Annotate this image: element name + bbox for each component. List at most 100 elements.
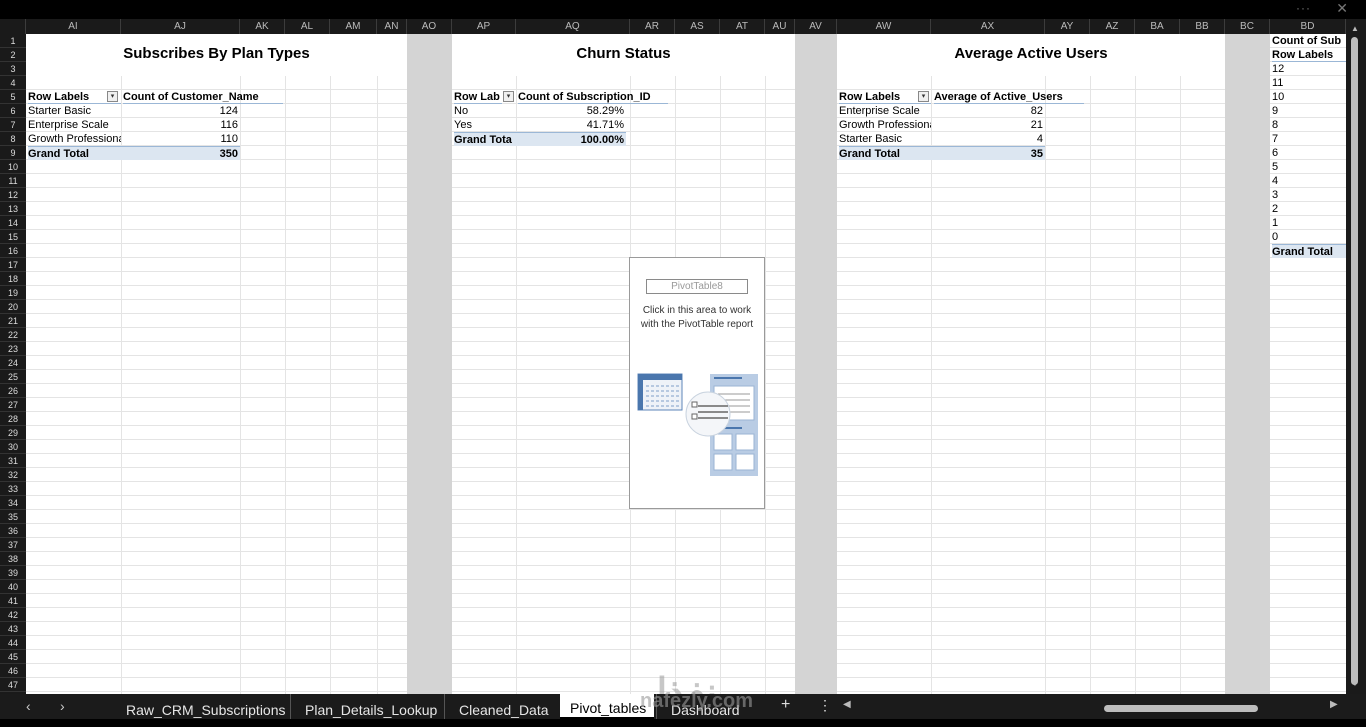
row-header[interactable]: 1 — [0, 34, 26, 48]
pivot-partial-row-label[interactable]: 7 — [1272, 132, 1346, 146]
row-header[interactable]: 4 — [0, 76, 26, 90]
pivot-active-row-value[interactable]: 4 — [931, 132, 1045, 146]
scroll-arrow-icon[interactable]: ▼ — [1351, 679, 1359, 688]
pivot-plan-row-value[interactable]: 110 — [121, 132, 240, 146]
pivot-plan-row-value[interactable]: 124 — [121, 104, 240, 118]
pivot-plan-row-label[interactable]: Starter Basic — [28, 104, 121, 118]
row-header[interactable]: 9 — [0, 146, 26, 160]
pivot-churn-row-value[interactable]: 58.29% — [516, 104, 626, 118]
pivot-churn-row-labels-header[interactable]: Row Lab — [454, 90, 502, 104]
prev-sheet-button[interactable]: ‹ — [26, 698, 31, 714]
pivot-partial-row-label[interactable]: 4 — [1272, 174, 1346, 188]
pivot-churn-row-value[interactable]: 41.71% — [516, 118, 626, 132]
more-icon[interactable]: ··· — [1296, 1, 1311, 15]
pivot-active-row-value[interactable]: 82 — [931, 104, 1045, 118]
column-header[interactable]: BD — [1270, 19, 1346, 34]
pivot-partial-row-label[interactable]: 12 — [1272, 62, 1346, 76]
pivot-plan-row-value[interactable]: 116 — [121, 118, 240, 132]
pivot-plan-total-label[interactable]: Grand Total — [28, 146, 121, 160]
pivot-partial-row-label[interactable]: 0 — [1272, 230, 1346, 244]
row-header[interactable]: 39 — [0, 566, 26, 580]
horizontal-scrollbar[interactable]: ◀ ▶ — [840, 696, 1346, 717]
row-header[interactable]: 16 — [0, 244, 26, 258]
row-header[interactable]: 38 — [0, 552, 26, 566]
pivot-partial-row-labels-header[interactable]: Row Labels — [1272, 48, 1346, 62]
pivot-partial-row-label[interactable]: 3 — [1272, 188, 1346, 202]
pivot-partial-total-label[interactable]: Grand Total — [1272, 244, 1346, 258]
row-header[interactable]: 3 — [0, 62, 26, 76]
row-header[interactable]: 8 — [0, 132, 26, 146]
column-header[interactable]: AR — [630, 19, 675, 34]
vertical-scroll-thumb[interactable] — [1351, 37, 1358, 685]
filter-dropdown-icon[interactable]: ▾ — [918, 91, 929, 102]
pivot-active-row-label[interactable]: Enterprise Scale — [839, 104, 931, 118]
row-header[interactable]: 47 — [0, 678, 26, 692]
column-header[interactable]: AX — [931, 19, 1045, 34]
row-header[interactable]: 10 — [0, 160, 26, 174]
pivot-partial-row-label[interactable]: 8 — [1272, 118, 1346, 132]
row-header[interactable]: 41 — [0, 594, 26, 608]
column-header[interactable]: AV — [795, 19, 837, 34]
row-header[interactable]: 44 — [0, 636, 26, 650]
close-icon[interactable]: ✕ — [1336, 0, 1348, 17]
row-header[interactable]: 35 — [0, 510, 26, 524]
pivot-partial-row-label[interactable]: 1 — [1272, 216, 1346, 230]
row-header[interactable]: 5 — [0, 90, 26, 104]
row-header[interactable]: 23 — [0, 342, 26, 356]
column-header[interactable]: AW — [837, 19, 931, 34]
row-header[interactable]: 18 — [0, 272, 26, 286]
pivot-churn-total-label[interactable]: Grand Tota — [454, 132, 516, 146]
column-header[interactable]: AY — [1045, 19, 1090, 34]
row-header[interactable]: 34 — [0, 496, 26, 510]
pivot-churn-row-label[interactable]: Yes — [454, 118, 516, 132]
column-header[interactable]: BB — [1180, 19, 1225, 34]
filter-dropdown-icon[interactable]: ▾ — [503, 91, 514, 102]
row-header[interactable]: 26 — [0, 384, 26, 398]
column-header[interactable]: BC — [1225, 19, 1270, 34]
column-header[interactable]: AU — [765, 19, 795, 34]
row-header[interactable]: 25 — [0, 370, 26, 384]
pivot-plan-total-value[interactable]: 350 — [121, 146, 240, 160]
vertical-scrollbar[interactable]: ▲ ▼ — [1346, 19, 1366, 694]
sheet-tab-cleaned-data[interactable]: Cleaned_Data — [444, 694, 558, 719]
column-header[interactable]: AT — [720, 19, 765, 34]
row-header[interactable]: 42 — [0, 608, 26, 622]
scroll-arrow-icon[interactable]: ▲ — [1351, 24, 1359, 33]
scroll-arrow-icon[interactable]: ▶ — [1330, 699, 1338, 710]
pivot-plan-row-label[interactable]: Enterprise Scale — [28, 118, 121, 132]
row-header[interactable]: 21 — [0, 314, 26, 328]
add-sheet-button[interactable]: + — [781, 696, 790, 714]
column-header[interactable]: AI — [26, 19, 121, 34]
pivot-partial-row-label[interactable]: 5 — [1272, 160, 1346, 174]
pivot-partial-value-header[interactable]: Count of Sub — [1272, 34, 1346, 48]
row-header[interactable]: 12 — [0, 188, 26, 202]
select-all-corner[interactable] — [0, 19, 26, 34]
pivot-active-row-value[interactable]: 21 — [931, 118, 1045, 132]
row-header[interactable]: 14 — [0, 216, 26, 230]
horizontal-scroll-thumb[interactable] — [1104, 705, 1258, 712]
column-header[interactable]: AS — [675, 19, 720, 34]
sheet-tab-plan-details-lookup[interactable]: Plan_Details_Lookup — [290, 694, 444, 719]
pivot-partial-row-label[interactable]: 6 — [1272, 146, 1346, 160]
row-header[interactable]: 28 — [0, 412, 26, 426]
column-header[interactable]: AP — [452, 19, 516, 34]
column-header[interactable]: AJ — [121, 19, 240, 34]
row-header[interactable]: 19 — [0, 286, 26, 300]
pivot-active-total-label[interactable]: Grand Total — [839, 146, 931, 160]
sheet-tab-raw-crm-subscriptions[interactable]: Raw_CRM_Subscriptions — [112, 694, 290, 719]
row-header[interactable]: 32 — [0, 468, 26, 482]
column-header[interactable]: AK — [240, 19, 285, 34]
row-header[interactable]: 30 — [0, 440, 26, 454]
column-header[interactable]: AQ — [516, 19, 630, 34]
row-header[interactable]: 17 — [0, 258, 26, 272]
pivot-active-value-header[interactable]: Average of Active_Users — [934, 90, 1084, 104]
row-header[interactable]: 11 — [0, 174, 26, 188]
column-header[interactable]: AL — [285, 19, 330, 34]
pivot-partial-row-label[interactable]: 2 — [1272, 202, 1346, 216]
row-header[interactable]: 36 — [0, 524, 26, 538]
worksheet-grid[interactable]: Subscribes By Plan Types Row Labels ▾ Co… — [26, 34, 1346, 694]
column-header[interactable]: AM — [330, 19, 377, 34]
row-header[interactable]: 13 — [0, 202, 26, 216]
sheet-options-button[interactable]: ⋮ — [818, 697, 832, 714]
row-header[interactable]: 37 — [0, 538, 26, 552]
